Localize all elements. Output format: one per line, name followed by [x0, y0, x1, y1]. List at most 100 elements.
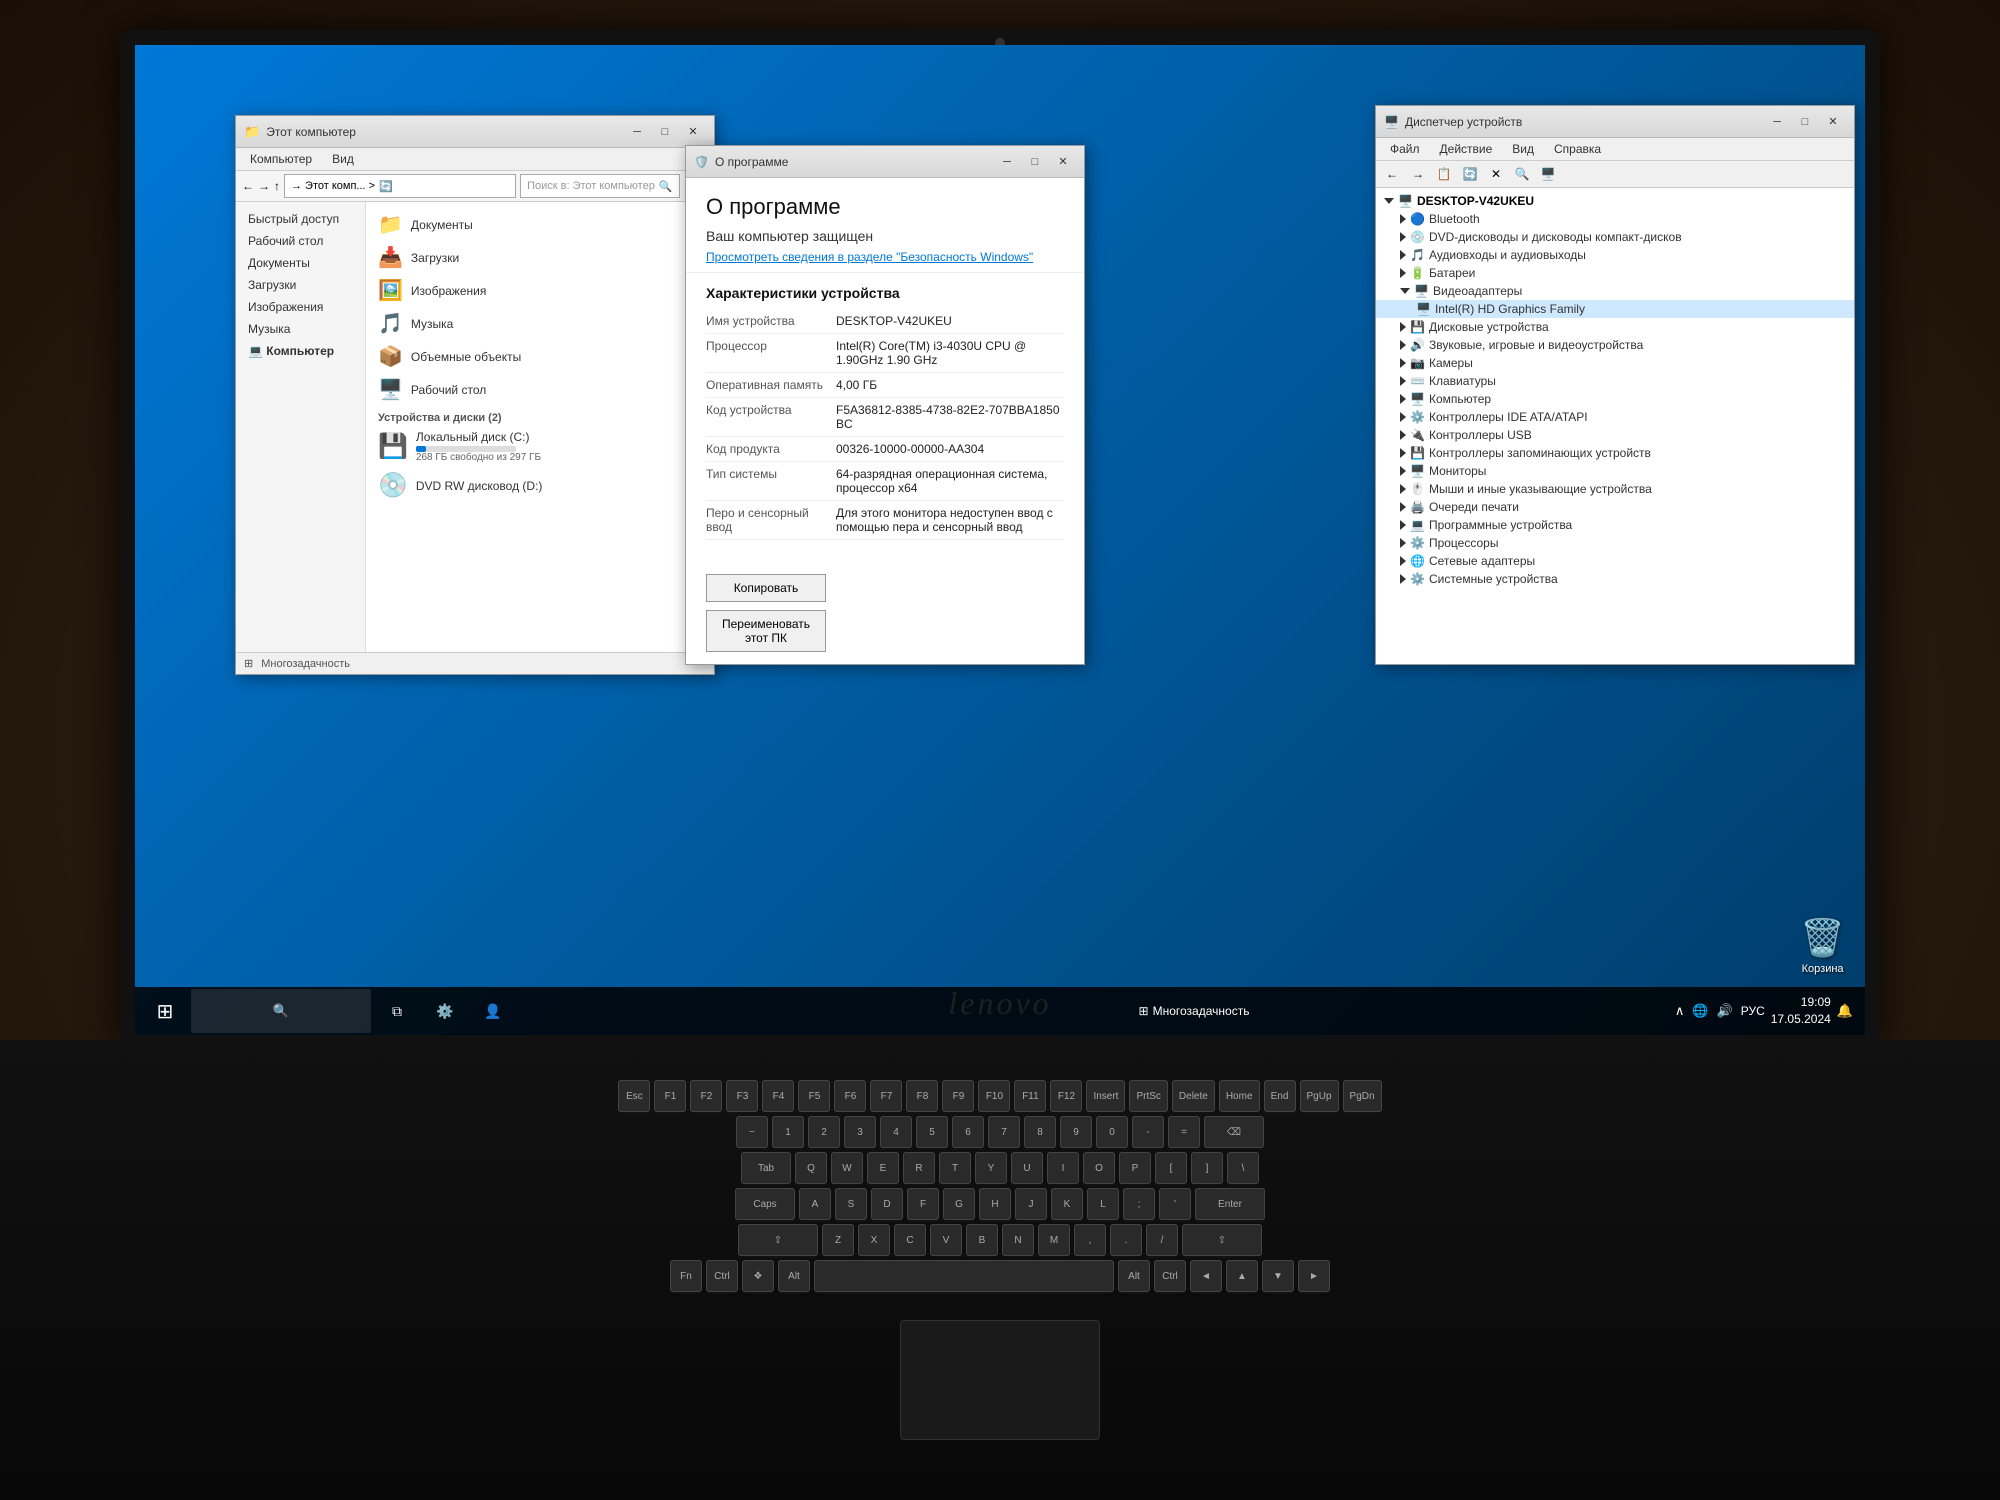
rename-pc-button[interactable]: Переименовать этот ПК: [706, 610, 826, 652]
key-3[interactable]: 3: [844, 1116, 876, 1148]
key-4[interactable]: 4: [880, 1116, 912, 1148]
key-comma[interactable]: ,: [1074, 1224, 1106, 1256]
key-q[interactable]: Q: [795, 1152, 827, 1184]
key-s[interactable]: S: [835, 1188, 867, 1220]
dm-item-sound[interactable]: 🔊 Звуковые, игровые и видеоустройства: [1376, 336, 1854, 354]
sidebar-images[interactable]: Изображения: [236, 296, 365, 318]
dm-item-processors[interactable]: ⚙️ Процессоры: [1376, 534, 1854, 552]
key-f12[interactable]: F12: [1050, 1080, 1082, 1112]
dm-close-button[interactable]: ✕: [1820, 112, 1846, 132]
dm-item-storage[interactable]: 💾 Контроллеры запоминающих устройств: [1376, 444, 1854, 462]
dm-item-usb[interactable]: 🔌 Контроллеры USB: [1376, 426, 1854, 444]
key-2[interactable]: 2: [808, 1116, 840, 1148]
dm-item-network[interactable]: 🌐 Сетевые адаптеры: [1376, 552, 1854, 570]
drive-d[interactable]: 💿 DVD RW дисковод (D:): [372, 467, 708, 504]
key-f2[interactable]: F2: [690, 1080, 722, 1112]
dm-maximize-button[interactable]: □: [1792, 112, 1818, 132]
dm-item-computer[interactable]: 🖥️ Компьютер: [1376, 390, 1854, 408]
key-n[interactable]: N: [1002, 1224, 1034, 1256]
key-i[interactable]: I: [1047, 1152, 1079, 1184]
dm-minimize-button[interactable]: ─: [1764, 112, 1790, 132]
folder-desktop[interactable]: 🖥️ Рабочий стол: [372, 373, 708, 406]
key-k[interactable]: K: [1051, 1188, 1083, 1220]
dm-item-audio[interactable]: 🎵 Аудиовходы и аудиовыходы: [1376, 246, 1854, 264]
key-e[interactable]: E: [867, 1152, 899, 1184]
dm-item-intel-gpu[interactable]: 🖥️ Intel(R) HD Graphics Family: [1376, 300, 1854, 318]
key-up[interactable]: ▲: [1226, 1260, 1258, 1292]
key-enter[interactable]: Enter: [1195, 1188, 1265, 1220]
back-button[interactable]: ←: [242, 179, 254, 193]
folder-documents[interactable]: 📁 Документы: [372, 208, 708, 241]
key-f6[interactable]: F6: [834, 1080, 866, 1112]
search-bar[interactable]: Поиск в: Этот компьютер 🔍: [520, 174, 680, 198]
dm-menu-file[interactable]: Файл: [1382, 140, 1428, 158]
key-lwin[interactable]: ❖: [742, 1260, 774, 1292]
about-security-link[interactable]: Просмотреть сведения в разделе "Безопасн…: [706, 250, 1064, 264]
taskbar-clock[interactable]: 19:09 17.05.2024: [1771, 994, 1831, 1028]
key-f11[interactable]: F11: [1014, 1080, 1046, 1112]
key-1[interactable]: 1: [772, 1116, 804, 1148]
key-pgup[interactable]: PgUp: [1300, 1080, 1339, 1112]
maximize-button[interactable]: □: [652, 122, 678, 142]
key-caps[interactable]: Caps: [735, 1188, 795, 1220]
dm-item-software[interactable]: 💻 Программные устройства: [1376, 516, 1854, 534]
dm-forward-btn[interactable]: →: [1406, 163, 1430, 185]
about-minimize-button[interactable]: ─: [994, 152, 1020, 172]
dm-item-system-dev[interactable]: ⚙️ Системные устройства: [1376, 570, 1854, 588]
dm-back-btn[interactable]: ←: [1380, 163, 1404, 185]
start-button[interactable]: ⊞: [143, 989, 187, 1033]
key-8[interactable]: 8: [1024, 1116, 1056, 1148]
key-z[interactable]: Z: [822, 1224, 854, 1256]
key-f3[interactable]: F3: [726, 1080, 758, 1112]
key-f1[interactable]: F1: [654, 1080, 686, 1112]
key-v[interactable]: V: [930, 1224, 962, 1256]
dm-item-print[interactable]: 🖨️ Очереди печати: [1376, 498, 1854, 516]
close-button[interactable]: ✕: [680, 122, 706, 142]
key-f7[interactable]: F7: [870, 1080, 902, 1112]
dm-menu-action[interactable]: Действие: [1432, 140, 1501, 158]
sidebar-documents[interactable]: Документы: [236, 252, 365, 274]
dm-properties-btn[interactable]: 📋: [1432, 163, 1456, 185]
key-semicolon[interactable]: ;: [1123, 1188, 1155, 1220]
key-j[interactable]: J: [1015, 1188, 1047, 1220]
sidebar-quick-access[interactable]: Быстрый доступ: [236, 208, 365, 230]
key-m[interactable]: M: [1038, 1224, 1070, 1256]
key-rctrl[interactable]: Ctrl: [1154, 1260, 1186, 1292]
key-d[interactable]: D: [871, 1188, 903, 1220]
key-lalt[interactable]: Alt: [778, 1260, 810, 1292]
key-u[interactable]: U: [1011, 1152, 1043, 1184]
key-f[interactable]: F: [907, 1188, 939, 1220]
dm-menu-help[interactable]: Справка: [1546, 140, 1609, 158]
dm-item-bluetooth[interactable]: 🔵 Bluetooth: [1376, 210, 1854, 228]
key-b[interactable]: B: [966, 1224, 998, 1256]
key-fn[interactable]: Fn: [670, 1260, 702, 1292]
key-esc[interactable]: Esc: [618, 1080, 650, 1112]
up-button[interactable]: ↑: [274, 179, 280, 193]
key-lshift[interactable]: ⇧: [738, 1224, 818, 1256]
settings-taskbar-button[interactable]: ⚙️: [423, 989, 467, 1033]
key-ralt[interactable]: Alt: [1118, 1260, 1150, 1292]
key-pgdn[interactable]: PgDn: [1343, 1080, 1382, 1112]
key-quote[interactable]: ': [1159, 1188, 1191, 1220]
key-7[interactable]: 7: [988, 1116, 1020, 1148]
taskview-button[interactable]: ⧉: [375, 989, 419, 1033]
folder-music[interactable]: 🎵 Музыка: [372, 307, 708, 340]
about-close-button[interactable]: ✕: [1050, 152, 1076, 172]
key-9[interactable]: 9: [1060, 1116, 1092, 1148]
key-backspace[interactable]: ⌫: [1204, 1116, 1264, 1148]
key-g[interactable]: G: [943, 1188, 975, 1220]
folder-3d-objects[interactable]: 📦 Объемные объекты: [372, 340, 708, 373]
key-delete[interactable]: Delete: [1172, 1080, 1215, 1112]
key-p[interactable]: P: [1119, 1152, 1151, 1184]
key-f9[interactable]: F9: [942, 1080, 974, 1112]
taskbar-multitask-label[interactable]: ⊞ Многозадачность: [1139, 1004, 1250, 1018]
key-rbracket[interactable]: ]: [1191, 1152, 1223, 1184]
forward-button[interactable]: →: [258, 179, 270, 193]
search-taskbar-button[interactable]: 🔍: [191, 989, 371, 1033]
key-minus[interactable]: -: [1132, 1116, 1164, 1148]
key-r[interactable]: R: [903, 1152, 935, 1184]
key-end[interactable]: End: [1264, 1080, 1296, 1112]
refresh-icon[interactable]: 🔄: [379, 180, 393, 193]
key-c[interactable]: C: [894, 1224, 926, 1256]
key-lctrl[interactable]: Ctrl: [706, 1260, 738, 1292]
